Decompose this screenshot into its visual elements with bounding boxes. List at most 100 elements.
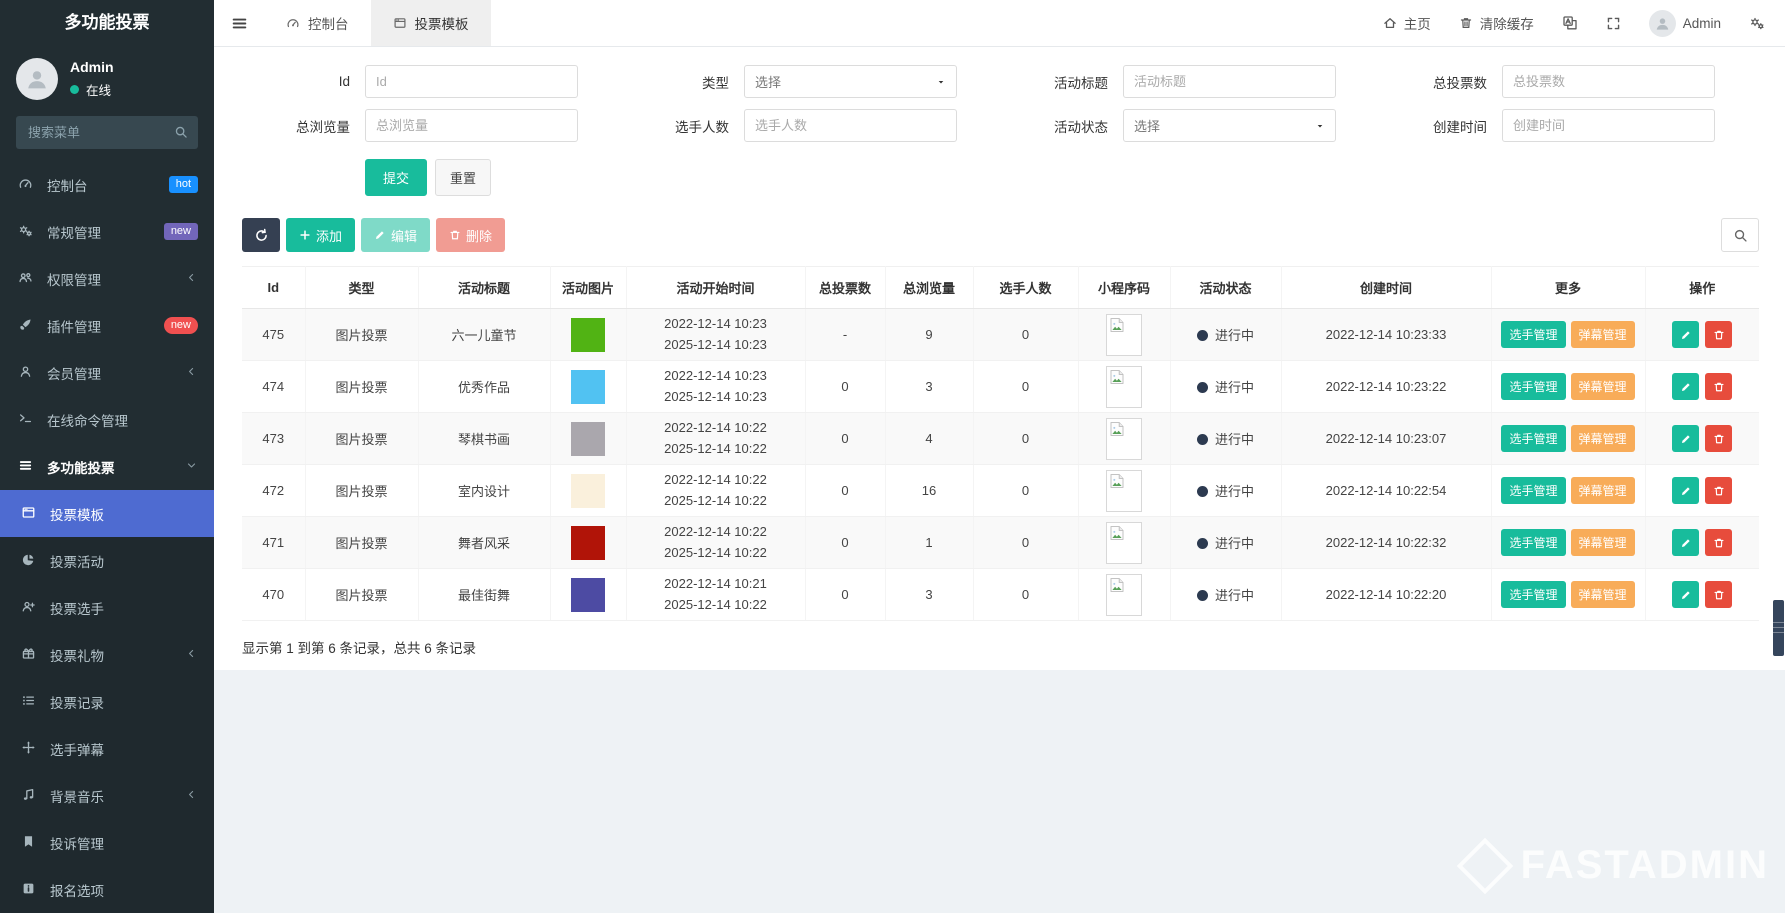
manage-players-button[interactable]: 选手管理 <box>1501 581 1565 608</box>
miniapp-qrcode-image[interactable] <box>1106 574 1142 616</box>
sidebar-item-多功能投票[interactable]: 多功能投票 <box>0 443 214 490</box>
manage-danmaku-button[interactable]: 弹幕管理 <box>1571 321 1635 348</box>
column-header-总浏览量[interactable]: 总浏览量 <box>885 267 973 309</box>
activity-image[interactable] <box>571 578 605 612</box>
tab-投票模板[interactable]: 投票模板 <box>371 0 491 46</box>
sidebar-item-控制台[interactable]: 控制台hot <box>0 161 214 208</box>
manage-players-button[interactable]: 选手管理 <box>1501 373 1565 400</box>
submit-button[interactable]: 提交 <box>365 159 427 196</box>
row-delete-button[interactable] <box>1705 321 1732 348</box>
menu-toggle-button[interactable] <box>214 0 264 46</box>
filter-select-活动状态[interactable]: 选择 <box>1123 109 1336 142</box>
refresh-button[interactable] <box>242 218 280 252</box>
filter-input-创建时间[interactable] <box>1502 109 1715 142</box>
column-header-创建时间[interactable]: 创建时间 <box>1281 267 1491 309</box>
activity-image[interactable] <box>571 474 605 508</box>
fullscreen-button[interactable] <box>1606 16 1621 31</box>
column-header-总投票数[interactable]: 总投票数 <box>805 267 885 309</box>
sidebar-item-常规管理[interactable]: 常规管理new <box>0 208 214 255</box>
edit-button[interactable]: 编辑 <box>361 218 430 252</box>
filter-input-总浏览量[interactable] <box>365 109 578 142</box>
clear-cache-button[interactable]: 清除缓存 <box>1459 13 1534 33</box>
manage-danmaku-button[interactable]: 弹幕管理 <box>1571 425 1635 452</box>
activity-image[interactable] <box>571 422 605 456</box>
topbar-avatar <box>1649 10 1676 37</box>
sidebar-item-在线命令管理[interactable]: 在线命令管理 <box>0 396 214 443</box>
row-edit-button[interactable] <box>1672 425 1699 452</box>
delete-button[interactable]: 删除 <box>436 218 505 252</box>
column-header-活动状态[interactable]: 活动状态 <box>1170 267 1281 309</box>
home-link[interactable]: 主页 <box>1383 13 1431 33</box>
sidebar-item-会员管理[interactable]: 会员管理 <box>0 349 214 396</box>
settings-button[interactable] <box>1749 15 1765 31</box>
manage-danmaku-button[interactable]: 弹幕管理 <box>1571 477 1635 504</box>
row-edit-button[interactable] <box>1672 477 1699 504</box>
miniapp-qrcode-image[interactable] <box>1106 314 1142 356</box>
manage-players-button[interactable]: 选手管理 <box>1501 477 1565 504</box>
filter-input-活动标题[interactable] <box>1123 65 1336 98</box>
row-edit-button[interactable] <box>1672 581 1699 608</box>
sidebar-item-插件管理[interactable]: 插件管理new <box>0 302 214 349</box>
sidebar-item-投票礼物[interactable]: 投票礼物 <box>0 631 214 678</box>
manage-players-button[interactable]: 选手管理 <box>1501 425 1565 452</box>
row-edit-button[interactable] <box>1672 321 1699 348</box>
toggle-search-button[interactable] <box>1721 218 1759 252</box>
manage-players-button[interactable]: 选手管理 <box>1501 321 1565 348</box>
manage-players-button[interactable]: 选手管理 <box>1501 529 1565 556</box>
filter-input-总投票数[interactable] <box>1502 65 1715 98</box>
table-row-470[interactable]: 470图片投票最佳街舞2022-12-14 10:212025-12-14 10… <box>242 569 1759 621</box>
admin-menu[interactable]: Admin <box>1649 10 1721 37</box>
table-row-474[interactable]: 474图片投票优秀作品2022-12-14 10:232025-12-14 10… <box>242 361 1759 413</box>
activity-image[interactable] <box>571 370 605 404</box>
row-edit-button[interactable] <box>1672 529 1699 556</box>
row-delete-button[interactable] <box>1705 581 1732 608</box>
manage-danmaku-button[interactable]: 弹幕管理 <box>1571 529 1635 556</box>
miniapp-qrcode-image[interactable] <box>1106 522 1142 564</box>
manage-danmaku-button[interactable]: 弹幕管理 <box>1571 373 1635 400</box>
scrollbar-thumb[interactable] <box>1773 600 1784 656</box>
row-edit-button[interactable] <box>1672 373 1699 400</box>
column-header-选手人数[interactable]: 选手人数 <box>973 267 1078 309</box>
column-header-Id[interactable]: Id <box>242 267 305 309</box>
sidebar-item-投票记录[interactable]: 投票记录 <box>0 678 214 725</box>
activity-image[interactable] <box>571 526 605 560</box>
sidebar-item-投票模板[interactable]: 投票模板 <box>0 490 214 537</box>
column-header-操作[interactable]: 操作 <box>1645 267 1759 309</box>
column-header-更多[interactable]: 更多 <box>1491 267 1645 309</box>
filter-input-选手人数[interactable] <box>744 109 957 142</box>
sidebar-item-投票活动[interactable]: 投票活动 <box>0 537 214 584</box>
sidebar-item-投诉管理[interactable]: 投诉管理 <box>0 819 214 866</box>
row-delete-button[interactable] <box>1705 425 1732 452</box>
trash-icon <box>1459 16 1473 30</box>
menu-search-input[interactable] <box>16 116 198 149</box>
sidebar-item-背景音乐[interactable]: 背景音乐 <box>0 772 214 819</box>
column-header-活动开始时间[interactable]: 活动开始时间 <box>626 267 805 309</box>
language-button[interactable] <box>1562 15 1578 31</box>
table-row-472[interactable]: 472图片投票室内设计2022-12-14 10:222025-12-14 10… <box>242 465 1759 517</box>
sidebar-item-权限管理[interactable]: 权限管理 <box>0 255 214 302</box>
manage-danmaku-button[interactable]: 弹幕管理 <box>1571 581 1635 608</box>
table-row-475[interactable]: 475图片投票六一儿童节2022-12-14 10:232025-12-14 1… <box>242 309 1759 361</box>
row-delete-button[interactable] <box>1705 477 1732 504</box>
filter-input-Id[interactable] <box>365 65 578 98</box>
reset-button[interactable]: 重置 <box>435 159 491 196</box>
miniapp-qrcode-image[interactable] <box>1106 418 1142 460</box>
column-header-活动标题[interactable]: 活动标题 <box>418 267 550 309</box>
table-row-471[interactable]: 471图片投票舞者风采2022-12-14 10:222025-12-14 10… <box>242 517 1759 569</box>
tab-控制台[interactable]: 控制台 <box>264 0 371 46</box>
column-header-类型[interactable]: 类型 <box>305 267 418 309</box>
sidebar-item-选手弹幕[interactable]: 选手弹幕 <box>0 725 214 772</box>
add-button[interactable]: 添加 <box>286 218 355 252</box>
filter-select-类型[interactable]: 选择 <box>744 65 957 98</box>
avatar[interactable] <box>16 58 58 100</box>
table-row-473[interactable]: 473图片投票琴棋书画2022-12-14 10:222025-12-14 10… <box>242 413 1759 465</box>
row-delete-button[interactable] <box>1705 529 1732 556</box>
miniapp-qrcode-image[interactable] <box>1106 470 1142 512</box>
column-header-活动图片[interactable]: 活动图片 <box>550 267 626 309</box>
activity-image[interactable] <box>571 318 605 352</box>
miniapp-qrcode-image[interactable] <box>1106 366 1142 408</box>
row-delete-button[interactable] <box>1705 373 1732 400</box>
column-header-小程序码[interactable]: 小程序码 <box>1078 267 1170 309</box>
sidebar-item-报名选项[interactable]: 报名选项 <box>0 866 214 913</box>
sidebar-item-投票选手[interactable]: 投票选手 <box>0 584 214 631</box>
